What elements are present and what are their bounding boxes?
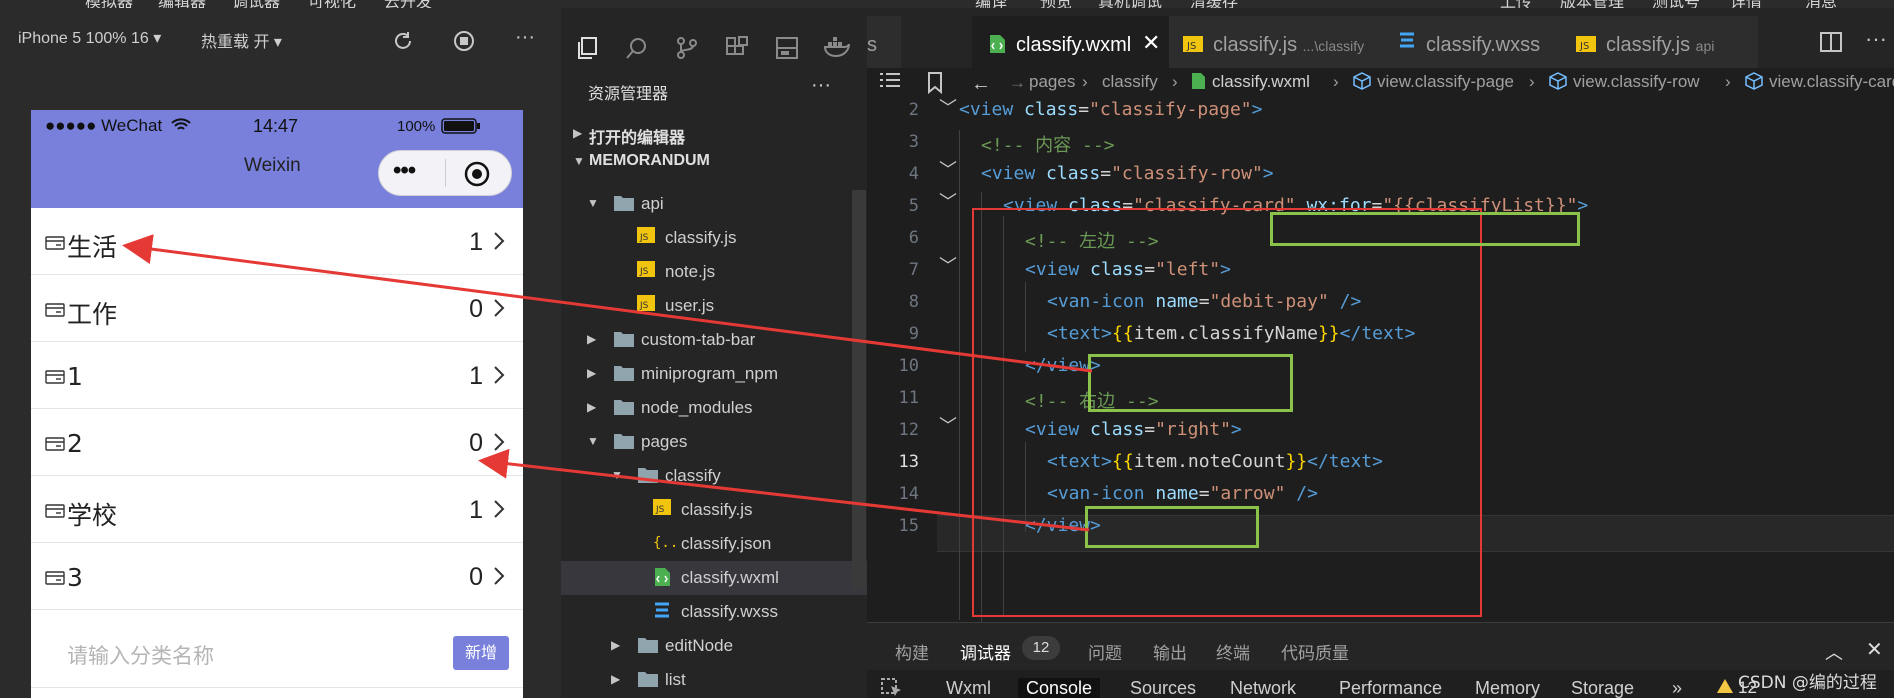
arrow-classifyname (122, 234, 1093, 373)
annotation-arrows (122, 234, 1093, 532)
arrow-notecount (478, 448, 1090, 532)
